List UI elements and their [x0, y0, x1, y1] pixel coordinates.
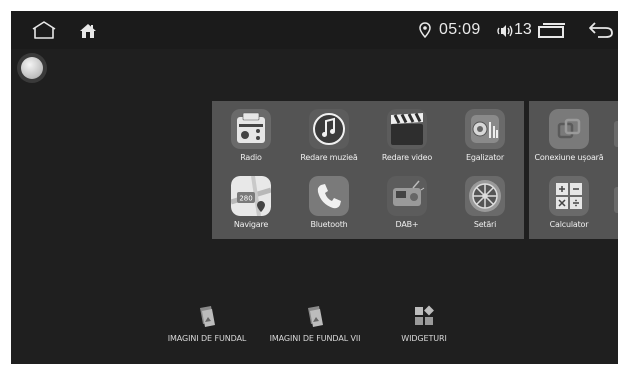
app-bluetooth[interactable]: Bluetooth — [290, 176, 368, 229]
assistive-touch-button[interactable] — [17, 53, 47, 83]
app-label: Conexiune ușoară — [534, 153, 604, 162]
app-radio[interactable]: Radio — [212, 109, 290, 162]
calculator-icon — [549, 176, 589, 216]
app-label: Redare muzieă — [300, 153, 358, 162]
house-icon[interactable] — [79, 23, 97, 39]
app-label: Calculator — [549, 220, 589, 229]
app-label: Navigare — [233, 220, 269, 229]
live-wallpaper-option[interactable]: IMAGINI DE FUNDAL VII — [255, 304, 375, 343]
volume-level: 13 — [514, 21, 532, 38]
widgets-label: WIDGETURI — [401, 334, 447, 343]
app-dab[interactable]: DAB+ — [368, 176, 446, 229]
app-label: Egalizator — [466, 153, 504, 162]
app-music[interactable]: Redare muzieă — [290, 109, 368, 162]
recents-icon[interactable] — [537, 22, 567, 38]
wallpaper-icon — [200, 306, 215, 327]
settings-gear-icon — [465, 176, 505, 216]
widgets-option[interactable]: WIDGETURI — [364, 304, 484, 343]
launcher-screen: 05:09 13 Radio Redare muzieă Redare vide… — [11, 11, 618, 364]
app-settings[interactable]: Setări — [446, 176, 524, 229]
app-label: DAB+ — [395, 220, 419, 229]
app-label: Setări — [473, 220, 497, 229]
back-arrow-icon[interactable] — [588, 21, 614, 39]
app-easy-connect[interactable]: Conexiune ușoară — [530, 109, 608, 162]
app-equalizer[interactable]: Egalizator — [446, 109, 524, 162]
wallpaper-option[interactable]: IMAGINI DE FUNDAL — [147, 304, 267, 343]
app-video[interactable]: Redare video — [368, 109, 446, 162]
music-note-icon — [309, 109, 349, 149]
live-wallpaper-label: IMAGINI DE FUNDAL VII — [269, 334, 361, 343]
apps-panel: Radio Redare muzieă Redare video Egaliza… — [212, 101, 524, 239]
location-pin-icon — [419, 22, 431, 38]
svg-text:280: 280 — [239, 195, 252, 203]
equalizer-icon — [465, 109, 505, 149]
dab-radio-icon — [387, 176, 427, 216]
widgets-icon — [415, 305, 434, 325]
app-label: Redare video — [381, 153, 433, 162]
easy-connect-icon — [549, 109, 589, 149]
map-icon: 280 — [231, 176, 271, 216]
volume-icon[interactable] — [495, 23, 515, 39]
wallpaper-label: IMAGINI DE FUNDAL — [167, 334, 247, 343]
clock: 05:09 — [439, 21, 481, 38]
app-calculator[interactable]: Calculator — [530, 176, 608, 229]
app-navigation[interactable]: 280 Navigare — [212, 176, 290, 229]
more-panel-next-page-peek — [614, 187, 618, 213]
home-icon[interactable] — [31, 21, 57, 39]
radio-icon — [231, 109, 271, 149]
live-wallpaper-icon — [308, 306, 323, 327]
app-label: Radio — [240, 153, 262, 162]
phone-icon — [309, 176, 349, 216]
more-apps-panel: Conexiune ușoară Calculator — [529, 101, 618, 239]
more-panel-next-page-peek — [614, 121, 618, 147]
status-bar: 05:09 13 — [11, 11, 618, 49]
clapperboard-icon — [387, 109, 427, 149]
app-label: Bluetooth — [310, 220, 348, 229]
